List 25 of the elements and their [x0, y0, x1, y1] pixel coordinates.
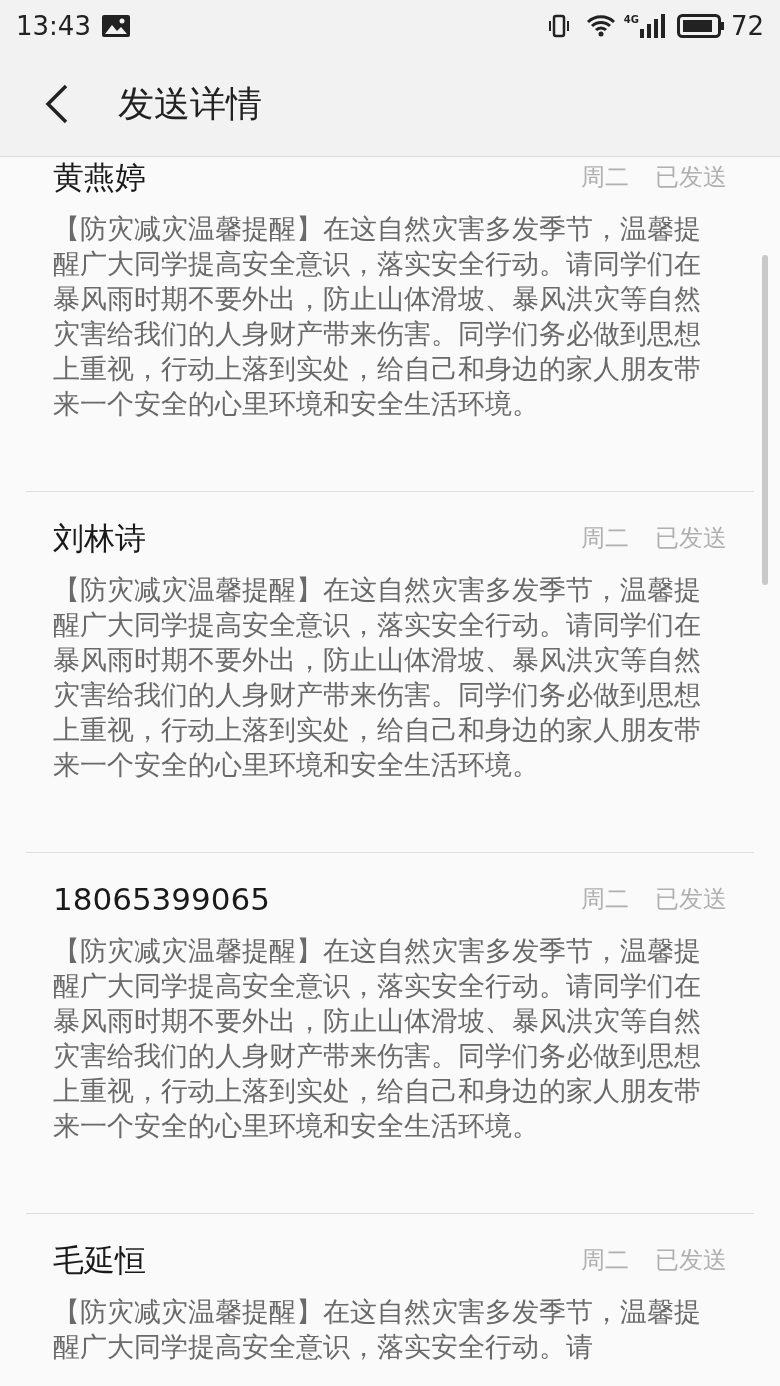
battery-level: 72: [730, 9, 764, 43]
status-time: 13:43: [16, 9, 91, 43]
network-type: 4G: [623, 13, 639, 27]
sent-day: 周二: [581, 159, 629, 195]
sent-day: 周二: [581, 1242, 629, 1278]
send-status: 已发送: [655, 1245, 727, 1276]
signal-icon: [638, 13, 665, 39]
recipient-name: 黄燕婷: [53, 157, 147, 197]
back-icon: [44, 84, 70, 124]
image-icon: [100, 14, 131, 38]
send-status: 已发送: [655, 884, 727, 915]
message-text: 【防灾减灾温馨提醒】在这自然灾害多发季节，温馨提醒广大同学提高安全意识，落实安全行动。请同学们在暴风雨时期不要外出，防止山体滑坡、暴风洪灾等自然灾害给我们的人身财产带来伤害。同学们务必做到思想上重视，行动上落到实处，给自己和身边的家人朋友带来一个安全的心里环境和安全生活环境。: [53, 212, 702, 421]
message-text: 【防灾减灾温馨提醒】在这自然灾害多发季节，温馨提醒广大同学提高安全意识，落实安全行动。请同学们在暴风雨时期不要外出，防止山体滑坡、暴风洪灾等自然灾害给我们的人身财产带来伤害。同学们务必做到思想上重视，行动上落到实处，给自己和身边的家人朋友带来一个安全的心里环境和安全生活环境。: [53, 573, 702, 782]
send-status: 已发送: [655, 523, 727, 554]
battery-icon: [676, 13, 725, 39]
message-text: 【防灾减灾温馨提醒】在这自然灾害多发季节，温馨提醒广大同学提高安全意识，落实安全行动。请: [53, 1295, 702, 1364]
sent-day: 周二: [581, 520, 629, 556]
recipient-name: 刘林诗: [53, 518, 147, 558]
recipient-name: 18065399065: [53, 879, 271, 919]
recipient-name: 毛延恒: [53, 1240, 147, 1280]
send-status: 已发送: [655, 162, 727, 193]
page-title: 发送详情: [118, 82, 262, 126]
message-text: 【防灾减灾温馨提醒】在这自然灾害多发季节，温馨提醒广大同学提高安全意识，落实安全行动。请同学们在暴风雨时期不要外出，防止山体滑坡、暴风洪灾等自然灾害给我们的人身财产带来伤害。同学们务必做到思想上重视，行动上落到实处，给自己和身边的家人朋友带来一个安全的心里环境和安全生活环境。: [53, 934, 702, 1143]
wifi-icon: [585, 14, 616, 38]
sent-day: 周二: [581, 881, 629, 917]
